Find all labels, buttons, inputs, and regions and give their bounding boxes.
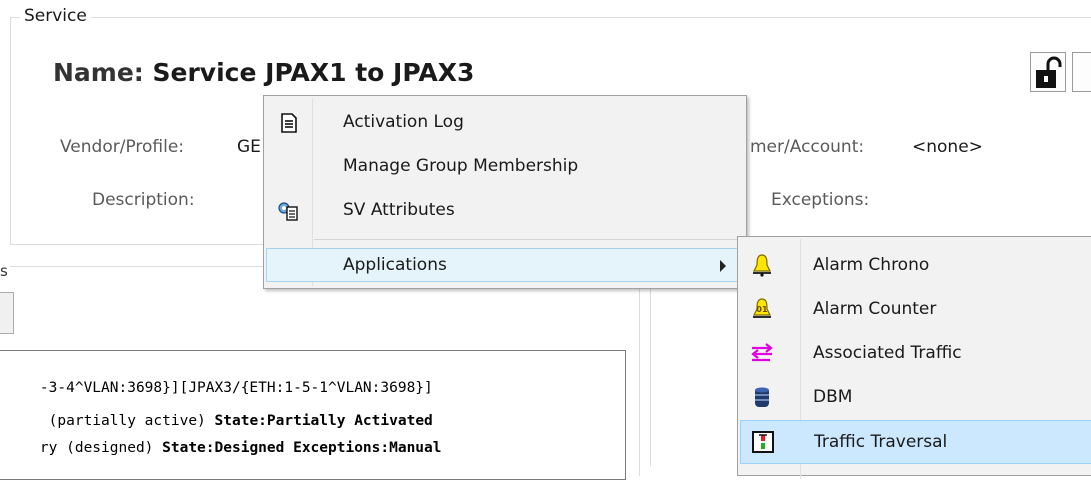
menu-item-label: Applications: [343, 255, 447, 275]
log-line: -3-4^VLAN:3698}][JPAX3/{ETH:1-5-1^VLAN:3…: [5, 355, 433, 396]
alarm-counter-icon: 01: [753, 298, 771, 318]
menu-item-sv-attributes[interactable]: SV Attributes: [266, 193, 744, 227]
submenu-item-label: Alarm Counter: [813, 299, 937, 319]
toolbar-button[interactable]: [1072, 52, 1091, 92]
unlock-icon: [1036, 56, 1062, 88]
traffic-traversal-icon: [752, 431, 774, 453]
submenu-item-associated-traffic[interactable]: Associated Traffic: [740, 332, 1091, 376]
log-line-state: State:Designed Exceptions:Manual: [162, 440, 442, 456]
associated-traffic-icon: [751, 343, 773, 362]
customer-account-label: mer/Account:: [750, 137, 865, 157]
panel-tool-button[interactable]: [0, 292, 14, 334]
menu-item-label: Manage Group Membership: [343, 156, 579, 176]
submenu-item-traffic-traversal[interactable]: Traffic Traversal: [740, 420, 1091, 464]
log-line: (partially active) State:Partially Activ…: [5, 388, 442, 429]
submenu-item-alarm-chrono[interactable]: Alarm Chrono: [740, 244, 1091, 288]
menu-item-label: Activation Log: [343, 112, 464, 132]
applications-submenu: Alarm Chrono 01 Alarm Counter Associated…: [737, 236, 1091, 479]
name-label: Name:: [53, 58, 144, 87]
details-panel-label: s: [0, 262, 10, 280]
menu-separator: [314, 239, 742, 240]
submenu-item-label: Traffic Traversal: [814, 432, 948, 452]
vendor-profile-value: GE: [237, 137, 261, 157]
submenu-item-dbm[interactable]: DBM: [740, 376, 1091, 420]
log-line: ry (designed) State:Designed Exceptions:…: [5, 415, 442, 456]
name-value: Service JPAX1 to JPAX3: [152, 58, 475, 87]
service-group-title: Service: [20, 6, 91, 26]
customer-account-value: <none>: [912, 137, 983, 157]
menu-item-applications[interactable]: Applications: [266, 248, 744, 282]
submenu-item-alarm-counter[interactable]: 01 Alarm Counter: [740, 288, 1091, 332]
menu-item-label: SV Attributes: [343, 200, 455, 220]
service-name: Name: Service JPAX1 to JPAX3: [53, 58, 474, 87]
submenu-arrow-icon: [720, 260, 726, 272]
menu-item-manage-group-membership[interactable]: Manage Group Membership: [266, 149, 744, 183]
description-label: Description:: [92, 190, 195, 210]
log-text-area[interactable]: -3-4^VLAN:3698}][JPAX3/{ETH:1-5-1^VLAN:3…: [0, 350, 626, 480]
submenu-item-label: Associated Traffic: [813, 343, 962, 363]
context-menu: Activation Log Manage Group Membership S…: [263, 95, 747, 289]
submenu-item-label: DBM: [813, 387, 853, 407]
panel-divider: [650, 266, 651, 466]
submenu-item-label: Alarm Chrono: [813, 255, 930, 275]
svg-text:01: 01: [756, 305, 768, 314]
vendor-profile-label: Vendor/Profile:: [60, 137, 185, 157]
menu-item-activation-log[interactable]: Activation Log: [266, 105, 744, 139]
lock-button[interactable]: [1030, 52, 1066, 92]
alarm-bell-icon: [753, 254, 771, 277]
log-line-text: ry (designed): [39, 440, 163, 456]
database-icon: [755, 387, 769, 407]
log-document-icon: [281, 113, 297, 133]
attributes-icon: [278, 202, 298, 221]
exceptions-label: Exceptions:: [771, 190, 870, 210]
